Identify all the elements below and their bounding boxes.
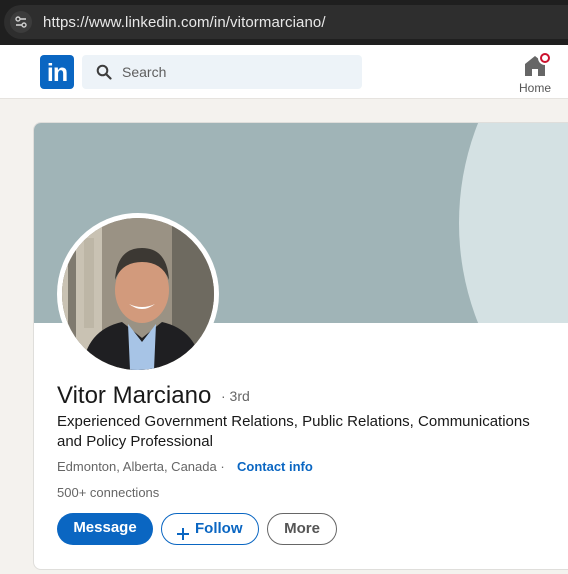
browser-address-bar: https://www.linkedin.com/in/vitormarcian… (0, 0, 568, 45)
avatar[interactable] (57, 213, 219, 375)
search-placeholder: Search (122, 64, 167, 80)
nav-home-label: Home (518, 81, 551, 95)
follow-button[interactable]: Follow (161, 513, 259, 545)
message-button[interactable]: Message (57, 513, 153, 545)
top-navigation: in Search Home (0, 45, 568, 99)
profile-location: Edmonton, Alberta, Canada · (57, 459, 225, 474)
connection-degree: · 3rd (221, 388, 250, 404)
cover-decoration (459, 123, 568, 323)
url-text[interactable]: https://www.linkedin.com/in/vitormarcian… (43, 14, 326, 31)
profile-card: Vitor Marciano · 3rd Experienced Governm… (33, 122, 568, 570)
plus-icon (176, 522, 190, 540)
search-input[interactable]: Search (82, 55, 362, 89)
address-field[interactable]: https://www.linkedin.com/in/vitormarcian… (4, 5, 568, 39)
linkedin-logo[interactable]: in (40, 55, 74, 89)
notification-badge (538, 51, 552, 65)
follow-button-label: Follow (195, 520, 243, 537)
more-button[interactable]: More (267, 513, 337, 545)
nav-home[interactable]: Home (512, 50, 558, 96)
contact-info-link[interactable]: Contact info (237, 459, 313, 474)
site-settings-icon[interactable] (10, 11, 32, 33)
connections-count[interactable]: 500+ connections (57, 485, 159, 500)
search-icon (96, 64, 112, 80)
profile-name: Vitor Marciano (57, 382, 212, 409)
profile-headline: Experienced Government Relations, Public… (57, 413, 530, 450)
profile-photo (62, 218, 214, 370)
